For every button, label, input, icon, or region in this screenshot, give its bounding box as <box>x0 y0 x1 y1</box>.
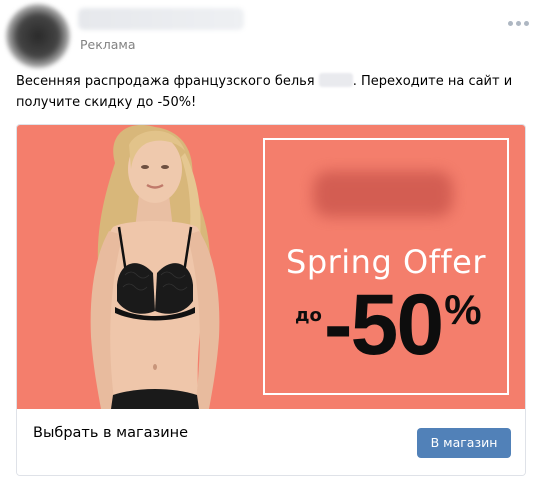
model-photo <box>90 125 220 409</box>
brand-logo-redacted <box>313 171 453 217</box>
redacted-brand <box>318 73 353 87</box>
discount-value: -50 <box>323 277 444 373</box>
discount-percent-sign: % <box>444 286 482 333</box>
discount-prefix: до <box>295 307 322 325</box>
discount-badge: до -50 % <box>295 277 482 373</box>
ad-card: Spring Offer до -50 % Выбрать в магазине… <box>16 124 526 476</box>
post-text-start: Весенняя распродажа французского белья <box>16 74 319 89</box>
ad-post: Реклама Весенняя распродажа французского… <box>0 0 540 488</box>
avatar[interactable] <box>6 4 70 68</box>
offer-title: Spring Offer <box>286 243 486 281</box>
sponsored-label: Реклама <box>80 37 136 52</box>
author-name-redacted[interactable] <box>78 8 244 30</box>
more-dots-icon[interactable] <box>508 19 530 27</box>
ad-banner-image[interactable]: Spring Offer до -50 % <box>17 125 525 409</box>
card-title[interactable]: Выбрать в магазине <box>33 425 188 441</box>
card-footer: Выбрать в магазине В магазин <box>17 409 525 475</box>
discount-prefix-word: до <box>295 305 322 326</box>
post-text: Весенняя распродажа французского белья .… <box>16 71 528 113</box>
go-to-shop-button[interactable]: В магазин <box>417 428 511 458</box>
